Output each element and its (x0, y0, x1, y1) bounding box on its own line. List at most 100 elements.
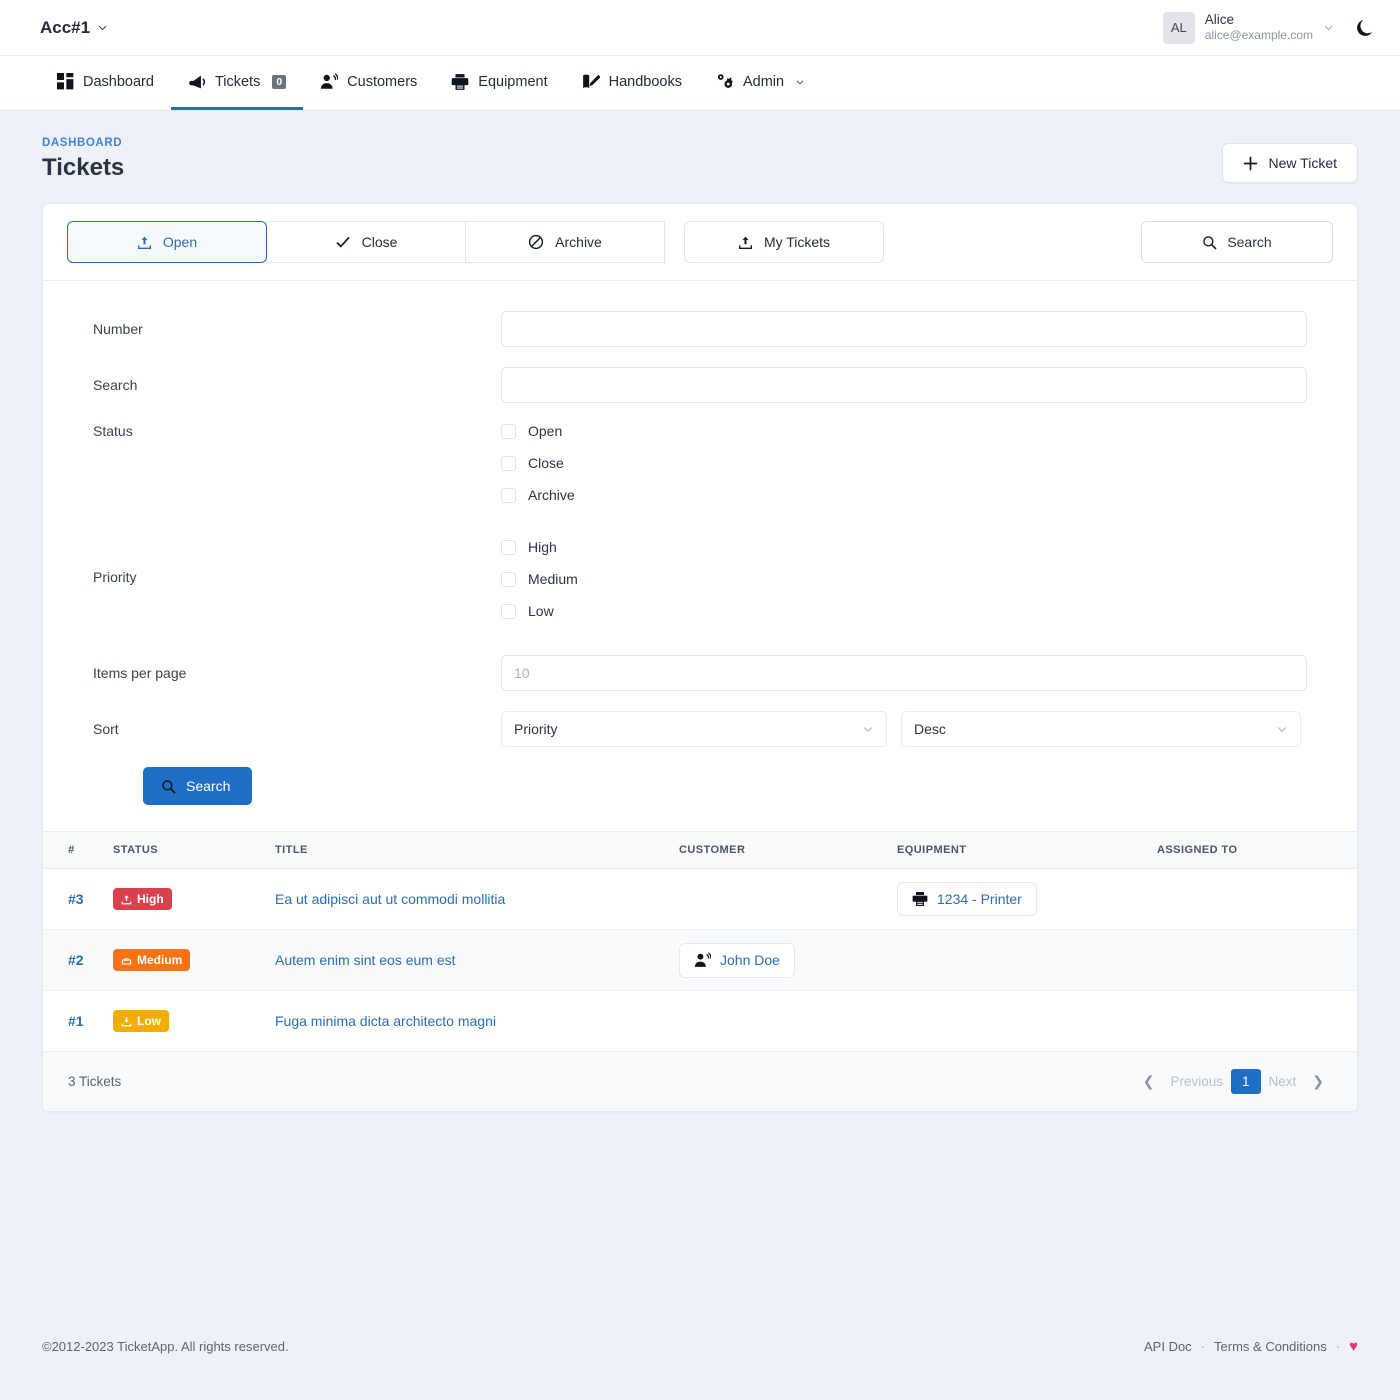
terms-link[interactable]: Terms & Conditions (1214, 1339, 1327, 1354)
pagination-page-1[interactable]: 1 (1230, 1069, 1261, 1094)
status-badge-label: Medium (137, 953, 183, 967)
search-input[interactable] (501, 367, 1307, 403)
search-icon (1203, 235, 1217, 249)
checkbox-close[interactable] (501, 455, 516, 471)
chevron-down-icon (863, 727, 873, 732)
checkbox-low[interactable] (501, 603, 516, 619)
equipment-chip[interactable]: 1234 - Printer (897, 882, 1037, 916)
upload-icon (121, 894, 132, 904)
pagination-previous[interactable]: Previous (1162, 1070, 1231, 1093)
page-footer: ©2012-2023 TicketApp. All rights reserve… (0, 1338, 1400, 1355)
nav-label: Handbooks (608, 73, 682, 90)
cell-assigned-to (1157, 868, 1357, 930)
tickets-table-body: #3 High Ea ut adipisci aut ut commodi mo… (43, 868, 1357, 1052)
table-row[interactable]: #1 Low Fuga minima dicta architecto magn… (43, 990, 1357, 1052)
checkbox-archive[interactable] (501, 487, 516, 503)
priority-option-medium[interactable]: Medium (501, 571, 1307, 587)
breadcrumb[interactable]: DASHBOARD (42, 137, 124, 149)
sort-direction-value: Desc (914, 721, 946, 737)
chevron-down-icon (796, 79, 804, 85)
ticket-title-link[interactable]: Autem enim sint eos eum est (275, 952, 456, 968)
avatar: AL (1162, 11, 1195, 44)
book-pen-icon (582, 74, 600, 88)
cell-number: #2 (43, 929, 113, 991)
pagination-next-arrow-icon[interactable]: ❯ (1304, 1069, 1332, 1094)
nav-label: Customers (347, 73, 418, 90)
checkbox-medium-label: Medium (528, 571, 578, 587)
tab-open[interactable]: Open (67, 221, 267, 263)
nav-item-admin[interactable]: Admin (699, 56, 822, 110)
copyright-text: ©2012-2023 TicketApp. All rights reserve… (42, 1339, 289, 1354)
pagination-prev-arrow-icon[interactable]: ❮ (1135, 1069, 1163, 1094)
nav-item-customers[interactable]: Customers (303, 56, 434, 110)
printer-icon (912, 892, 928, 906)
api-doc-link[interactable]: API Doc (1144, 1339, 1192, 1354)
account-switcher[interactable]: Acc#1 (40, 18, 108, 38)
pagination-next[interactable]: Next (1261, 1070, 1305, 1093)
checkbox-high[interactable] (501, 539, 516, 555)
sort-label: Sort (93, 721, 119, 737)
chevron-down-icon (98, 25, 107, 31)
plus-icon (1243, 156, 1257, 170)
upload-icon (137, 236, 151, 249)
table-row[interactable]: #2 Medium Autem enim sint eos eum est Jo… (43, 929, 1357, 991)
priority-option-low[interactable]: Low (501, 603, 1307, 619)
number-input[interactable] (501, 311, 1307, 347)
status-option-archive[interactable]: Archive (501, 487, 1307, 503)
customer-chip-label: John Doe (720, 952, 780, 968)
priority-label: Priority (93, 569, 137, 585)
status-badge: High (113, 888, 172, 910)
page-title: Tickets (42, 154, 125, 181)
top-bar: Acc#1 AL Alice alice@example.com (0, 0, 1400, 56)
column-customer: CUSTOMER (679, 832, 897, 869)
column-status: STATUS (113, 832, 275, 869)
cell-status: High (113, 868, 275, 930)
tab-close[interactable]: Close (266, 221, 466, 263)
tab-my-tickets-label: My Tickets (763, 234, 831, 250)
new-ticket-label: New Ticket (1268, 155, 1337, 171)
cell-number: #1 (43, 990, 113, 1052)
column-assigned-to: ASSIGNED TO (1157, 832, 1357, 869)
checkbox-medium[interactable] (501, 571, 516, 587)
download-icon (121, 1016, 132, 1026)
status-badge-label: Low (137, 1014, 161, 1028)
new-ticket-button[interactable]: New Ticket (1221, 143, 1358, 183)
nav-item-dashboard[interactable]: Dashboard (40, 56, 171, 110)
ticket-number-link[interactable]: #2 (68, 952, 84, 968)
items-per-page-input[interactable] (501, 655, 1307, 691)
ticket-number-link[interactable]: #3 (68, 891, 84, 907)
status-label: Status (93, 423, 133, 439)
sort-field-select[interactable]: Priority (501, 711, 887, 747)
ticket-count-label: 3 Tickets (68, 1074, 122, 1089)
nav-item-equipment[interactable]: Equipment (434, 56, 564, 110)
tab-my-tickets[interactable]: My Tickets (684, 221, 884, 263)
person-voice-icon (321, 72, 339, 89)
printer-icon (451, 73, 469, 90)
search-submit-button[interactable]: Search (143, 767, 253, 805)
search-toggle-button[interactable]: Search (1141, 221, 1333, 263)
cell-assigned-to (1157, 929, 1357, 991)
tab-archive[interactable]: Archive (465, 221, 665, 263)
customer-chip[interactable]: John Doe (679, 942, 795, 978)
checkbox-open-label: Open (528, 423, 563, 439)
ticket-number-link[interactable]: #1 (68, 1013, 84, 1029)
status-badge: Low (113, 1010, 169, 1032)
ticket-title-link[interactable]: Ea ut adipisci aut ut commodi mollitia (275, 891, 505, 907)
checkbox-archive-label: Archive (528, 487, 575, 503)
status-segment-group: Open Close Archive My Tickets (67, 221, 884, 263)
nav-item-handbooks[interactable]: Handbooks (565, 56, 699, 110)
number-label: Number (93, 321, 143, 337)
search-label: Search (93, 377, 138, 393)
table-row[interactable]: #3 High Ea ut adipisci aut ut commodi mo… (43, 868, 1357, 930)
user-email: alice@example.com (1204, 28, 1313, 43)
nav-item-tickets[interactable]: Tickets 0 (170, 56, 304, 110)
sort-direction-select[interactable]: Desc (901, 711, 1301, 747)
nav-label: Tickets (214, 73, 261, 90)
status-option-close[interactable]: Close (501, 455, 1307, 471)
priority-option-high[interactable]: High (501, 539, 1307, 555)
ticket-title-link[interactable]: Fuga minima dicta architecto magni (275, 1013, 496, 1029)
theme-toggle-button[interactable] (1356, 18, 1376, 38)
user-menu[interactable]: AL Alice alice@example.com (1162, 11, 1334, 44)
checkbox-open[interactable] (501, 423, 516, 439)
status-option-open[interactable]: Open (501, 423, 1307, 439)
